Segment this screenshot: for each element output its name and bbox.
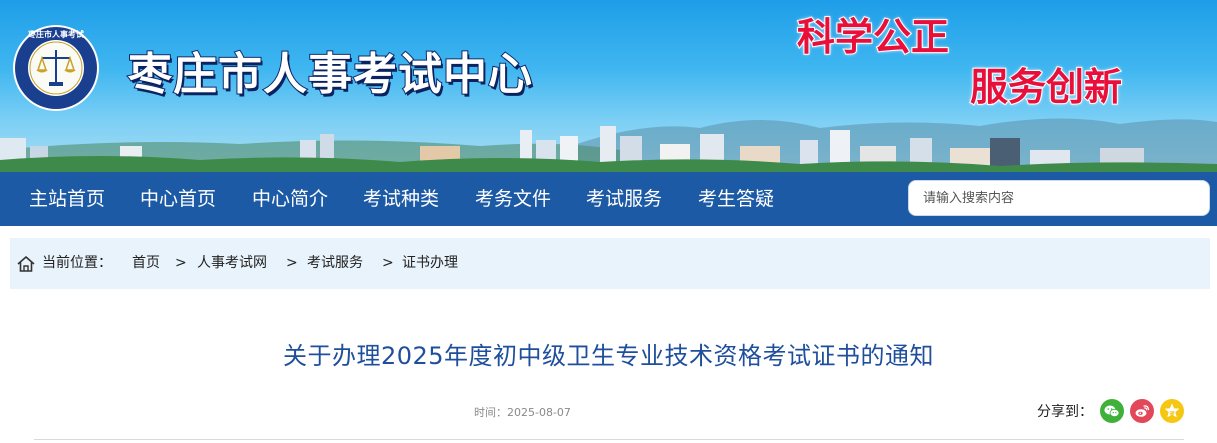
breadcrumb-separator: > [175, 255, 187, 271]
weibo-icon [1135, 405, 1150, 417]
share-label: 分享到： [1037, 404, 1093, 420]
article-title: 关于办理2025年度初中级卫生专业技术资格考试证书的通知 [282, 342, 935, 370]
breadcrumb-certificate[interactable]: 证书办理 [402, 238, 458, 289]
nav-item-exam-docs[interactable]: 考务文件 [475, 172, 551, 226]
site-title: 枣庄市人事考试中心 [127, 48, 533, 101]
time-label: 时间： [474, 406, 507, 419]
search-input[interactable] [909, 181, 1209, 215]
main-nav: 主站首页 中心首页 中心简介 考试种类 考务文件 考试服务 考生答疑 [0, 172, 1217, 226]
slogan-science-fair: 科学公正 [796, 14, 950, 60]
qzone-star-icon [1164, 403, 1180, 418]
nav-item-exam-types[interactable]: 考试种类 [363, 172, 439, 226]
emblem-logo: 枣庄市人事考试 [13, 25, 99, 111]
nav-item-center-home[interactable]: 中心首页 [140, 172, 216, 226]
wechat-icon [1104, 405, 1120, 417]
breadcrumb-label: 当前位置： [42, 255, 112, 271]
nav-item-center-intro[interactable]: 中心简介 [252, 172, 328, 226]
header-banner: 枣庄市人事考试 枣庄市人事考试中心 科学公正 服务创新 [0, 0, 1217, 172]
search-box [908, 180, 1210, 216]
share-qzone-button[interactable] [1160, 399, 1184, 423]
share-weibo-button[interactable] [1130, 399, 1154, 423]
home-icon [17, 256, 35, 272]
content-divider [34, 439, 1184, 440]
share-wechat-button[interactable] [1100, 399, 1124, 423]
svg-text:枣庄市人事考试: 枣庄市人事考试 [27, 29, 84, 39]
breadcrumb-separator: > [382, 255, 394, 271]
nav-item-exam-services[interactable]: 考试服务 [586, 172, 662, 226]
breadcrumb: 当前位置： 首页 > 人事考试网 > 考试服务 > 证书办理 [10, 238, 1210, 289]
slogan-service-innovation: 服务创新 [969, 64, 1123, 110]
breadcrumb-exam-services[interactable]: 考试服务 [307, 238, 363, 289]
breadcrumb-separator: > [286, 255, 298, 271]
article-meta: 时间：2025-08-07 [474, 404, 571, 420]
breadcrumb-home[interactable]: 首页 [132, 238, 160, 289]
publish-date: 2025-08-07 [507, 406, 571, 419]
nav-item-main-home[interactable]: 主站首页 [29, 172, 105, 226]
nav-item-faq[interactable]: 考生答疑 [698, 172, 774, 226]
breadcrumb-personnel-exam[interactable]: 人事考试网 [197, 238, 267, 289]
